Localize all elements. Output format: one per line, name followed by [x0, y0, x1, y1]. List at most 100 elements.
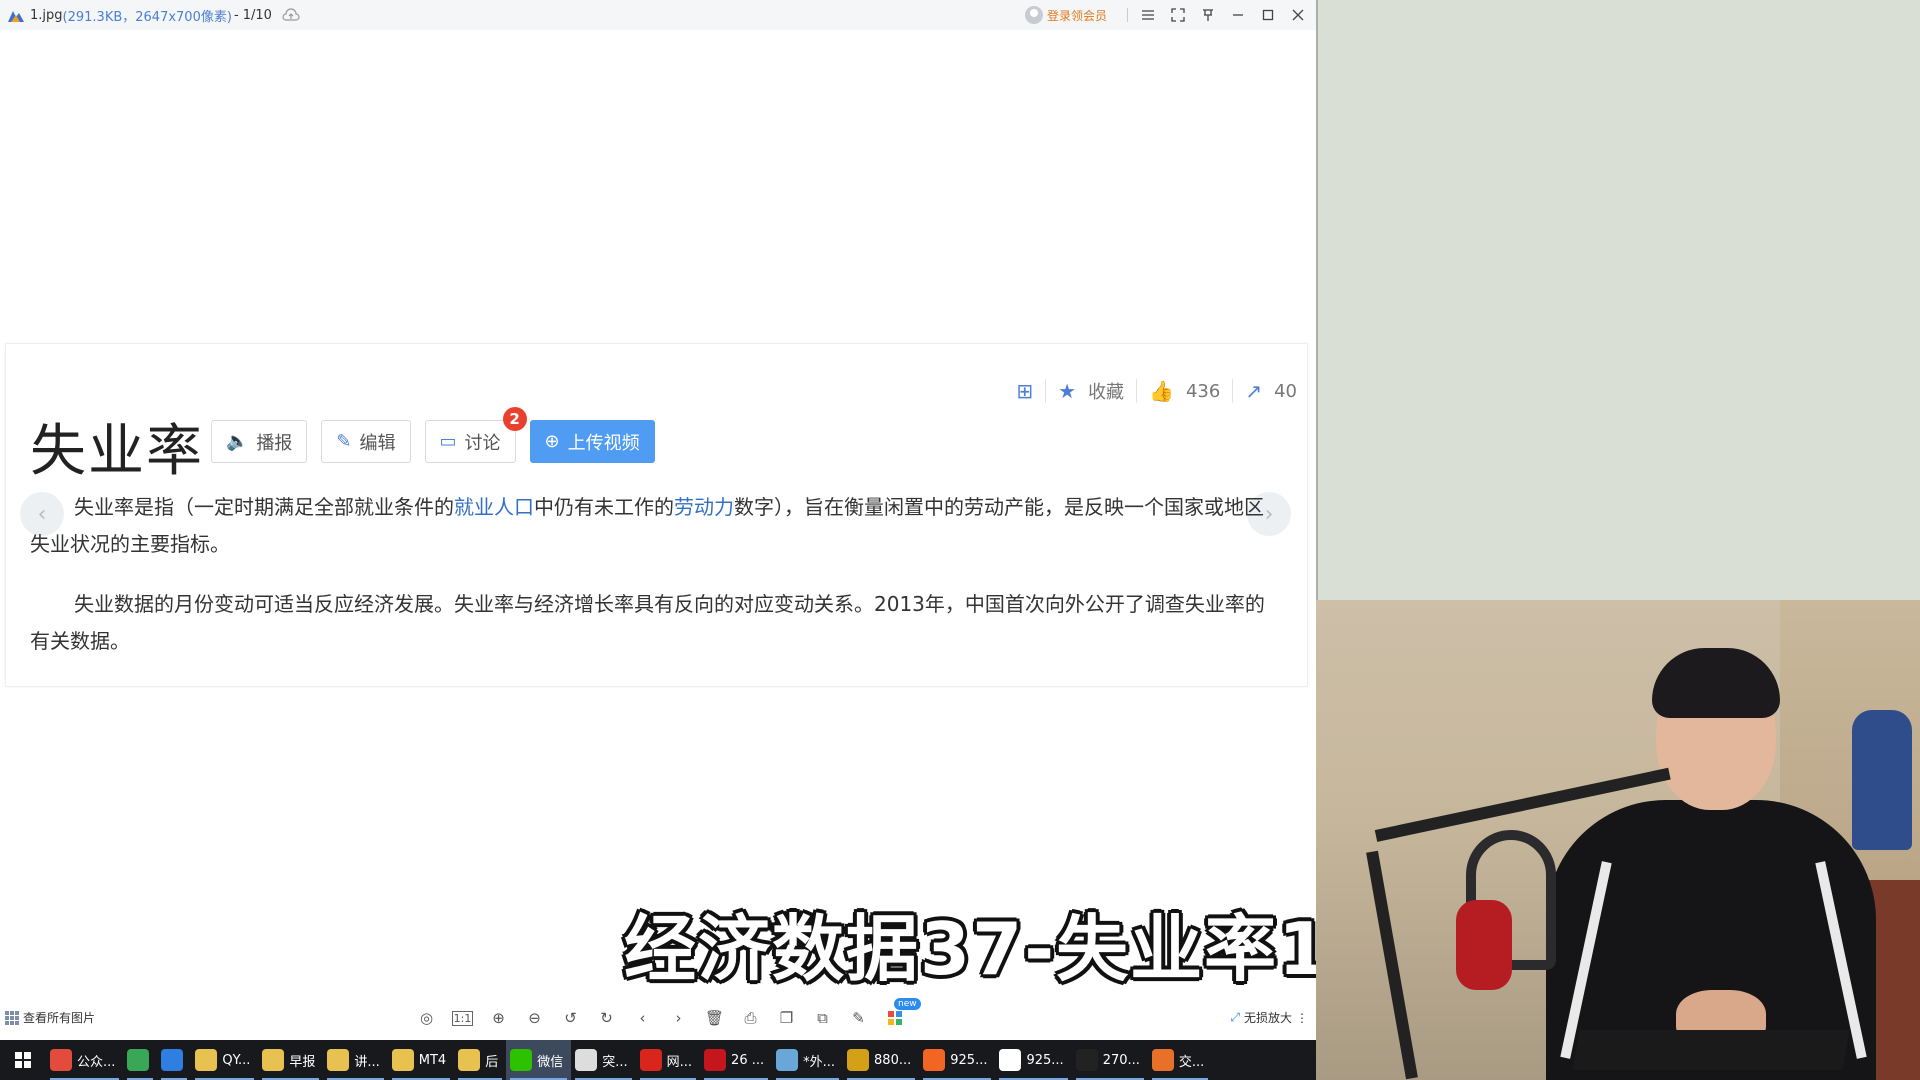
- zoom-out-icon: ⊖: [528, 1009, 541, 1027]
- apps-grid-icon: [887, 1011, 902, 1025]
- view-all-images-button[interactable]: 查看所有图片: [5, 1009, 95, 1026]
- taskbar-item[interactable]: 突...: [571, 1040, 635, 1080]
- taskbar-item[interactable]: 公众...: [46, 1040, 123, 1080]
- printer-icon: ⎙: [744, 1009, 757, 1027]
- chat-icon: ▭: [439, 431, 457, 452]
- start-button[interactable]: [0, 1040, 46, 1080]
- view-all-label: 查看所有图片: [23, 1011, 96, 1025]
- fullscreen-icon: [1171, 8, 1185, 22]
- taskbar-item-label: 26 ...: [731, 1052, 765, 1068]
- rotate-left-icon: ↺: [564, 1009, 577, 1027]
- webcam-keyboard: [1572, 1030, 1850, 1070]
- taskbar-item-label: QY...: [222, 1052, 251, 1068]
- crop-icon: ⧉: [817, 1009, 828, 1027]
- edit-label: 编辑: [359, 432, 396, 454]
- image-action-buttons: 🔈 播报 ✎ 编辑 ▭ 讨论 2 ⊕ 上传视频: [211, 407, 655, 463]
- next-image-button[interactable]: ›: [666, 1006, 691, 1030]
- viewer-tools: ◎ 1:1 ⊕ ⊖ ↺ ↻ ‹ › 🗑 ⎙ ❐ ⧉ ✎ new: [414, 998, 921, 1030]
- menu-icon: [1142, 10, 1154, 20]
- member-login-link[interactable]: 登录领会员: [1024, 6, 1107, 24]
- app-v-icon: [704, 1049, 727, 1071]
- discuss-label: 讨论: [464, 432, 501, 454]
- discuss-button-graphic: ▭ 讨论 2: [424, 407, 527, 463]
- lossless-zoom-button[interactable]: ⤢ 无损放大 ⋮: [1230, 1009, 1308, 1026]
- taskbar-item[interactable]: 网...: [636, 1040, 700, 1080]
- taskbar-item[interactable]: 后: [454, 1040, 506, 1080]
- previous-image-button[interactable]: ‹: [630, 1006, 655, 1030]
- chart-app-icon: [1151, 1049, 1174, 1071]
- pin-icon: [1203, 9, 1213, 21]
- print-button[interactable]: ⎙: [738, 1006, 763, 1030]
- taskbar-item[interactable]: MT4: [388, 1040, 454, 1080]
- taskbar-item-label: 网...: [666, 1054, 693, 1070]
- webcam-headphone-cup: [1456, 900, 1512, 990]
- definition-paragraph: 失业率是指（一定时期满足全部就业条件的就业人口中仍有未工作的劳动力数字），旨在衡…: [30, 489, 1276, 563]
- taskbar-item-label: 925...: [950, 1052, 988, 1068]
- taskbar-item-label: 925...: [1026, 1052, 1064, 1068]
- title-bar: 1.jpg (291.3KB，2647x700像素) - 1/10 登录领会员: [0, 0, 1316, 30]
- app-x-icon: [999, 1049, 1022, 1071]
- delete-button[interactable]: 🗑: [702, 1006, 727, 1030]
- taskbar-item[interactable]: 讲...: [323, 1040, 387, 1080]
- chevron-right-icon: ›: [675, 1009, 682, 1027]
- like-count: 436: [1185, 380, 1221, 402]
- folder-icon: [391, 1049, 414, 1071]
- rotate-left-button[interactable]: ↺: [558, 1006, 583, 1030]
- taskbar-item[interactable]: 880...: [843, 1040, 919, 1080]
- para1-text-b: 中仍有未工作的: [534, 495, 674, 519]
- broadcast-button-graphic: 🔈 播报: [211, 420, 308, 463]
- crop-button[interactable]: ⧉: [810, 1006, 835, 1030]
- apps-button[interactable]: new: [882, 998, 921, 1030]
- chrome-icon: [50, 1049, 72, 1071]
- taskbar-item[interactable]: 270...: [1072, 1040, 1148, 1080]
- actual-size-button[interactable]: 1:1: [450, 1006, 475, 1030]
- fullscreen-button[interactable]: [1166, 3, 1190, 27]
- notepad-icon: [776, 1049, 799, 1071]
- separator: [1045, 379, 1047, 403]
- panda-icon: [575, 1049, 598, 1071]
- taskbar-item-label: 突...: [602, 1054, 628, 1070]
- labor-force-link: 劳动力: [674, 495, 734, 519]
- zoom-out-button[interactable]: ⊖: [522, 1006, 547, 1030]
- minimize-button[interactable]: [1226, 3, 1250, 27]
- broadcast-label: 播报: [256, 432, 293, 454]
- favorite-label: 收藏: [1088, 382, 1125, 403]
- mouse-mode-button[interactable]: ◎: [414, 1006, 439, 1030]
- file-name: 1.jpg: [30, 7, 63, 23]
- close-button[interactable]: [1286, 3, 1310, 27]
- taskbar-item[interactable]: 交...: [1148, 1040, 1212, 1080]
- rotate-right-button[interactable]: ↻: [594, 1006, 619, 1030]
- taskbar-item[interactable]: 早报: [258, 1040, 323, 1080]
- netease-icon: [639, 1049, 662, 1071]
- zoom-in-icon: ⊕: [492, 1009, 505, 1027]
- app-a-icon: [847, 1049, 870, 1071]
- displayed-image[interactable]: 失业率 🔈 播报 ✎ 编辑 ▭ 讨论 2 ⊕ 上传视频 ⊞ ★ 收藏 👍 436…: [5, 343, 1308, 687]
- folder-icon: [327, 1049, 350, 1071]
- taskbar-item[interactable]: *外...: [772, 1040, 843, 1080]
- lossless-label: 无损放大: [1243, 1011, 1292, 1025]
- taskbar-item[interactable]: 微信: [506, 1040, 572, 1080]
- actual-size-icon: 1:1: [451, 1010, 474, 1026]
- copy-icon: ❐: [779, 1009, 794, 1027]
- maximize-button[interactable]: [1256, 3, 1280, 27]
- menu-button[interactable]: [1136, 3, 1160, 27]
- pin-top-button[interactable]: [1196, 3, 1220, 27]
- mouse-icon: ◎: [419, 1009, 434, 1027]
- taskbar-item[interactable]: 925...: [919, 1040, 995, 1080]
- taskbar-item[interactable]: 26 ...: [700, 1040, 772, 1080]
- taskbar-item[interactable]: [157, 1040, 191, 1080]
- taskbar-item[interactable]: [123, 1040, 157, 1080]
- folder-icon: [458, 1049, 481, 1071]
- upload-video-label: 上传视频: [567, 432, 640, 454]
- more-icon: ⋮: [1296, 1010, 1308, 1025]
- wechat-icon: [510, 1049, 533, 1071]
- taskbar-item[interactable]: 925...: [995, 1040, 1071, 1080]
- taskbar-item-label: MT4: [418, 1052, 447, 1068]
- taskbar-item[interactable]: QY...: [191, 1040, 258, 1080]
- cloud-upload-icon[interactable]: [282, 8, 300, 22]
- share-icon: ↗: [1245, 379, 1263, 403]
- app-orange-icon: [923, 1049, 946, 1071]
- edit-image-button[interactable]: ✎: [846, 1006, 871, 1030]
- copy-button[interactable]: ❐: [774, 1006, 799, 1030]
- zoom-in-button[interactable]: ⊕: [486, 1006, 511, 1030]
